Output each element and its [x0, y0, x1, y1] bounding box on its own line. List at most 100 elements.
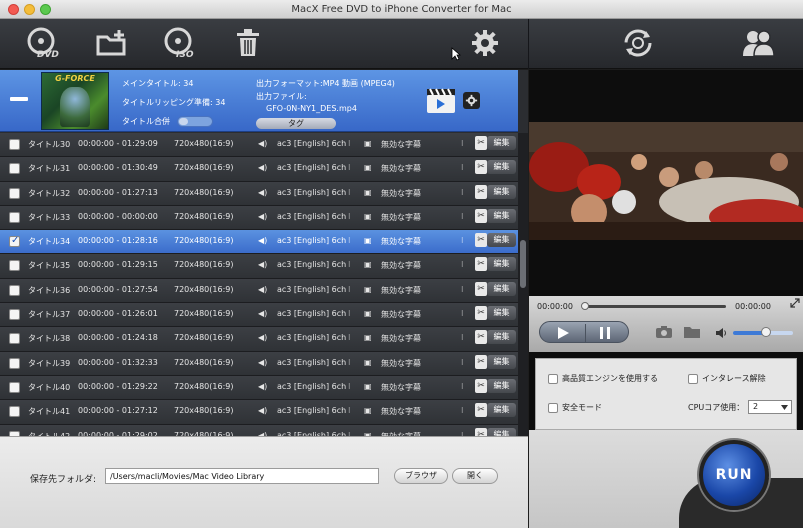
safe-mode-checkbox[interactable]	[548, 402, 558, 413]
iso-button[interactable]: ISO	[160, 25, 200, 61]
edit-button[interactable]: 編集	[487, 233, 516, 248]
audio-dropdown-icon[interactable]: ⁝	[348, 188, 351, 197]
title-row[interactable]: タイトル30 00:00:00 - 01:29:09 720x480(16:9)…	[0, 133, 518, 158]
subtitle-dropdown-icon[interactable]: ⁝	[461, 382, 464, 391]
fullscreen-icon[interactable]	[790, 298, 800, 308]
subtitle-dropdown-icon[interactable]: ⁝	[461, 163, 464, 172]
audio-dropdown-icon[interactable]: ⁝	[348, 163, 351, 172]
play-icon[interactable]	[556, 326, 570, 340]
subtitle-dropdown-icon[interactable]: ⁝	[461, 333, 464, 342]
delete-button[interactable]	[232, 25, 264, 61]
audio-track-select[interactable]: ac3 [English] 6ch	[277, 236, 346, 245]
audio-dropdown-icon[interactable]: ⁝	[348, 260, 351, 269]
title-checkbox[interactable]	[9, 309, 20, 321]
audio-track-select[interactable]: ac3 [English] 6ch	[277, 333, 346, 342]
seek-slider[interactable]	[581, 302, 726, 310]
cut-icon[interactable]: ✂	[475, 184, 487, 199]
subtitle-select[interactable]: 無効な字幕	[381, 139, 421, 150]
subtitle-select[interactable]: 無効な字幕	[381, 163, 421, 174]
close-window-button[interactable]	[8, 4, 19, 15]
cpu-cores-select[interactable]: 2	[748, 400, 792, 414]
update-button[interactable]	[618, 25, 658, 61]
cut-icon[interactable]: ✂	[475, 257, 487, 272]
edit-button[interactable]: 編集	[487, 257, 516, 272]
audio-dropdown-icon[interactable]: ⁝	[348, 236, 351, 245]
title-row[interactable]: タイトル33 00:00:00 - 00:00:00 720x480(16:9)…	[0, 205, 518, 231]
video-format-icon[interactable]	[425, 85, 457, 115]
audio-dropdown-icon[interactable]: ⁝	[348, 382, 351, 391]
title-row[interactable]: タイトル32 00:00:00 - 01:27:13 720x480(16:9)…	[0, 181, 518, 206]
run-button[interactable]: RUN	[699, 440, 769, 510]
audio-dropdown-icon[interactable]: ⁝	[348, 309, 351, 318]
cut-icon[interactable]: ✂	[475, 160, 487, 175]
title-checkbox[interactable]	[9, 163, 20, 175]
subtitle-select[interactable]: 無効な字幕	[381, 188, 421, 199]
title-row[interactable]: タイトル36 00:00:00 - 01:27:54 720x480(16:9)…	[0, 278, 518, 304]
audio-dropdown-icon[interactable]: ⁝	[348, 285, 351, 294]
audio-track-select[interactable]: ac3 [English] 6ch	[277, 358, 346, 367]
edit-button[interactable]: 編集	[487, 136, 516, 150]
add-folder-button[interactable]	[94, 25, 130, 61]
pause-icon[interactable]	[598, 326, 612, 340]
title-row[interactable]: タイトル42 00:00:00 - 01:29:02 720x480(16:9)…	[0, 424, 518, 436]
deinterlace-checkbox[interactable]	[688, 373, 698, 384]
scrollbar-thumb[interactable]	[520, 240, 526, 288]
audio-track-select[interactable]: ac3 [English] 6ch	[277, 382, 346, 391]
subtitle-dropdown-icon[interactable]: ⁝	[461, 188, 464, 197]
edit-button[interactable]: 編集	[487, 330, 516, 345]
subtitle-select[interactable]: 無効な字幕	[381, 285, 421, 296]
title-checkbox[interactable]	[9, 260, 20, 272]
subtitle-dropdown-icon[interactable]: ⁝	[461, 406, 464, 415]
cut-icon[interactable]: ✂	[475, 306, 487, 321]
cut-icon[interactable]: ✂	[475, 233, 487, 248]
subtitle-dropdown-icon[interactable]: ⁝	[461, 285, 464, 294]
cut-icon[interactable]: ✂	[475, 136, 487, 150]
subtitle-dropdown-icon[interactable]: ⁝	[461, 358, 464, 367]
subtitle-select[interactable]: 無効な字幕	[381, 406, 421, 417]
subtitle-select[interactable]: 無効な字幕	[381, 236, 421, 247]
title-checkbox[interactable]	[9, 357, 20, 369]
title-checkbox[interactable]	[9, 187, 20, 199]
edit-button[interactable]: 編集	[487, 208, 516, 223]
folder-icon[interactable]	[683, 325, 701, 339]
audio-track-select[interactable]: ac3 [English] 6ch	[277, 188, 346, 197]
subtitle-select[interactable]: 無効な字幕	[381, 309, 421, 320]
edit-button[interactable]: 編集	[487, 427, 516, 436]
edit-button[interactable]: 編集	[487, 184, 516, 199]
audio-dropdown-icon[interactable]: ⁝	[348, 333, 351, 342]
subtitle-dropdown-icon[interactable]: ⁝	[461, 260, 464, 269]
camera-icon[interactable]	[655, 325, 673, 339]
cut-icon[interactable]: ✂	[475, 427, 487, 436]
title-checkbox[interactable]	[9, 406, 20, 418]
merge-toggle[interactable]	[177, 116, 213, 127]
title-row[interactable]: タイトル40 00:00:00 - 01:29:22 720x480(16:9)…	[0, 375, 518, 401]
cut-icon[interactable]: ✂	[475, 208, 487, 223]
edit-button[interactable]: 編集	[487, 403, 516, 418]
audio-dropdown-icon[interactable]: ⁝	[348, 406, 351, 415]
edit-button[interactable]: 編集	[487, 306, 516, 321]
edit-button[interactable]: 編集	[487, 354, 516, 369]
subtitle-dropdown-icon[interactable]: ⁝	[461, 309, 464, 318]
title-row[interactable]: タイトル31 00:00:00 - 01:30:49 720x480(16:9)…	[0, 157, 518, 182]
title-checkbox[interactable]	[9, 381, 20, 393]
cut-icon[interactable]: ✂	[475, 403, 487, 418]
title-row[interactable]: タイトル39 00:00:00 - 01:32:33 720x480(16:9)…	[0, 351, 518, 376]
settings-button[interactable]	[468, 25, 502, 61]
subtitle-select[interactable]: 無効な字幕	[381, 260, 421, 271]
subtitle-select[interactable]: 無効な字幕	[381, 212, 421, 223]
edit-button[interactable]: 編集	[487, 160, 516, 175]
safe-mode-option[interactable]: 安全モード	[548, 402, 602, 413]
browse-button[interactable]: ブラウザ	[394, 468, 448, 484]
cut-icon[interactable]: ✂	[475, 281, 487, 296]
audio-track-select[interactable]: ac3 [English] 6ch	[277, 285, 346, 294]
deinterlace-option[interactable]: インタレース解除	[688, 373, 766, 384]
audio-track-select[interactable]: ac3 [English] 6ch	[277, 163, 346, 172]
account-button[interactable]	[740, 25, 776, 61]
title-row[interactable]: タイトル38 00:00:00 - 01:24:18 720x480(16:9)…	[0, 327, 518, 352]
title-checkbox[interactable]	[9, 139, 20, 150]
maximize-window-button[interactable]	[40, 4, 51, 15]
audio-track-select[interactable]: ac3 [English] 6ch	[277, 139, 346, 148]
subtitle-dropdown-icon[interactable]: ⁝	[461, 139, 464, 148]
edit-button[interactable]: 編集	[487, 378, 516, 393]
format-settings-button[interactable]	[463, 92, 480, 109]
